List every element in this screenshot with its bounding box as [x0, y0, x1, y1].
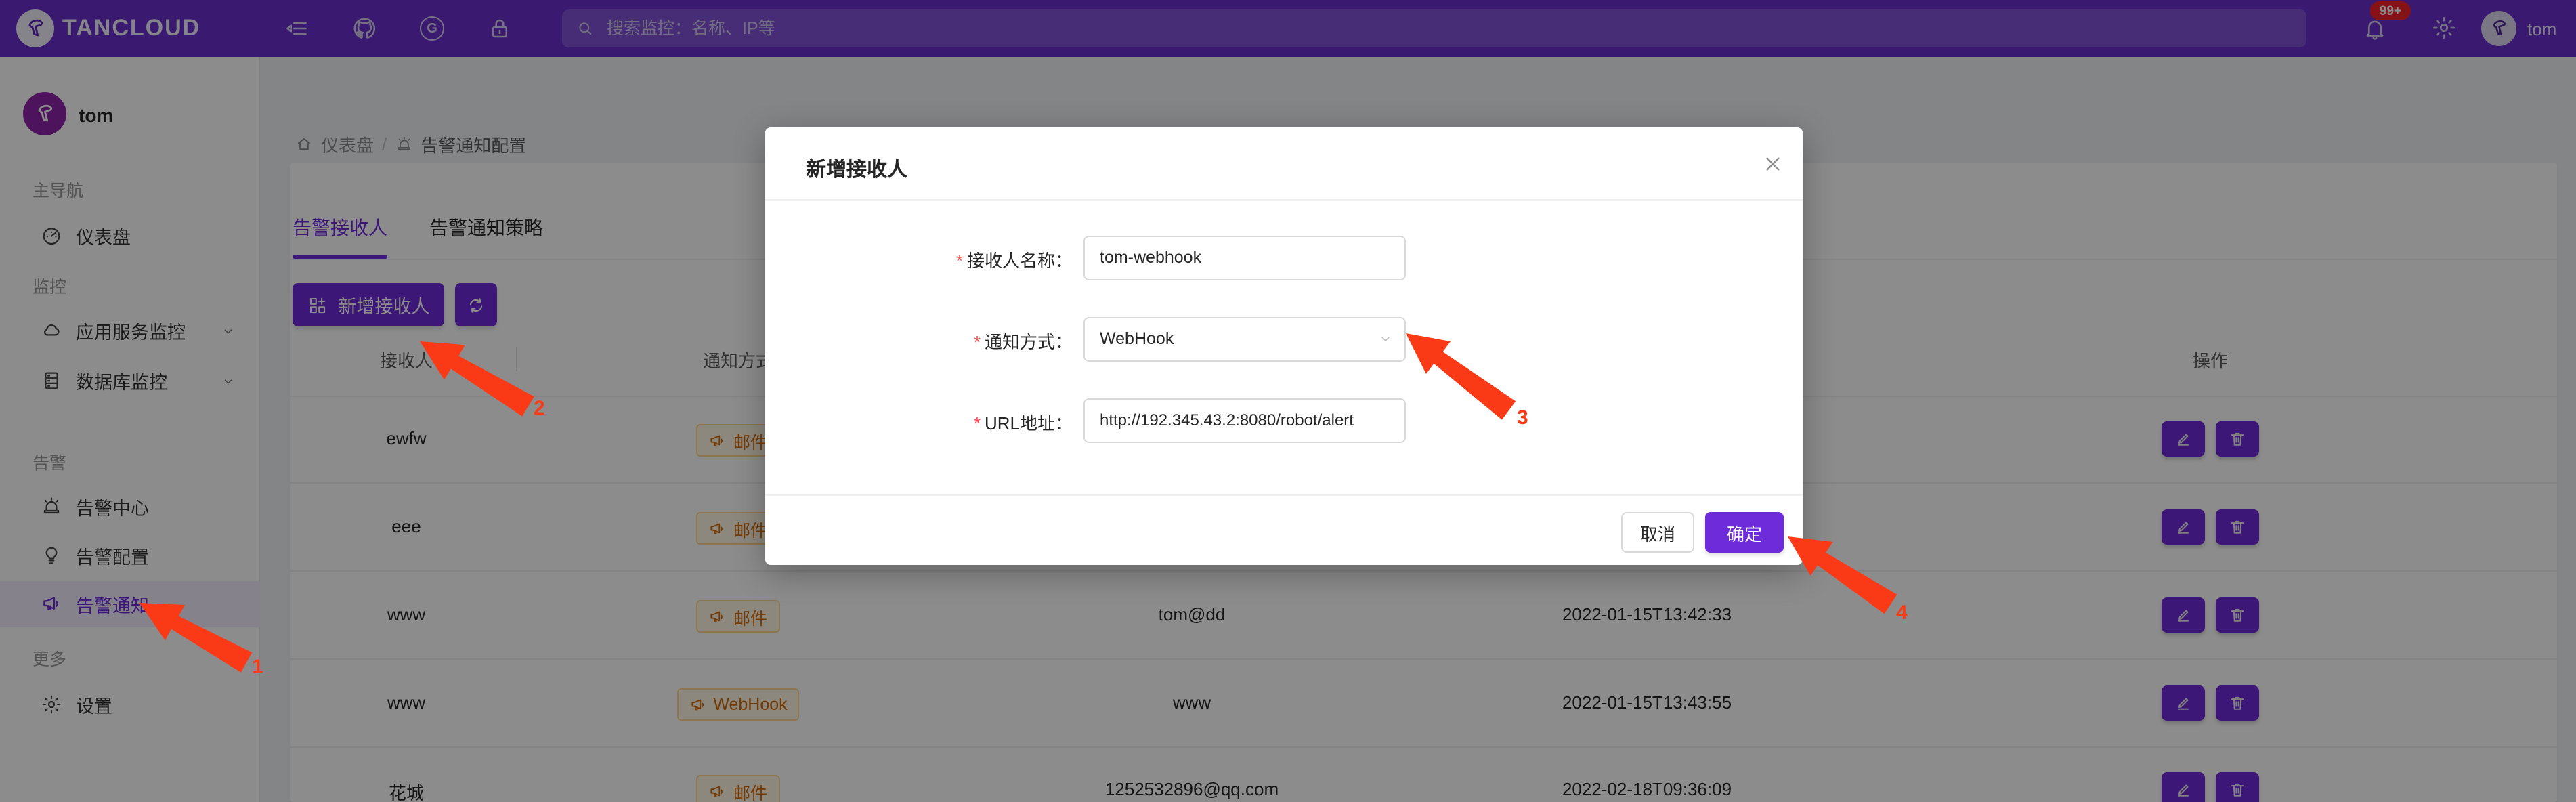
- modal-title: 新增接收人: [806, 154, 907, 183]
- notice-method-select[interactable]: [1083, 316, 1406, 361]
- app-root: TANCLOUD G 99+ tom tom 主导航 仪表盘 监控 应用服务监控…: [0, 0, 2576, 802]
- close-icon[interactable]: [1761, 152, 1785, 176]
- url-input[interactable]: [1083, 398, 1406, 442]
- modal-header-divider: [765, 199, 1803, 200]
- field-label-receiver-name: *接收人名称：: [813, 247, 1073, 272]
- field-label-url: *URL地址：: [813, 409, 1073, 435]
- receiver-name-input[interactable]: [1083, 235, 1406, 280]
- confirm-button[interactable]: 确定: [1705, 512, 1784, 553]
- cancel-button[interactable]: 取消: [1621, 512, 1694, 553]
- chevron-down-icon: [1377, 331, 1394, 347]
- field-label-notice-method: *通知方式：: [813, 328, 1073, 354]
- modal-footer-divider: [765, 494, 1803, 496]
